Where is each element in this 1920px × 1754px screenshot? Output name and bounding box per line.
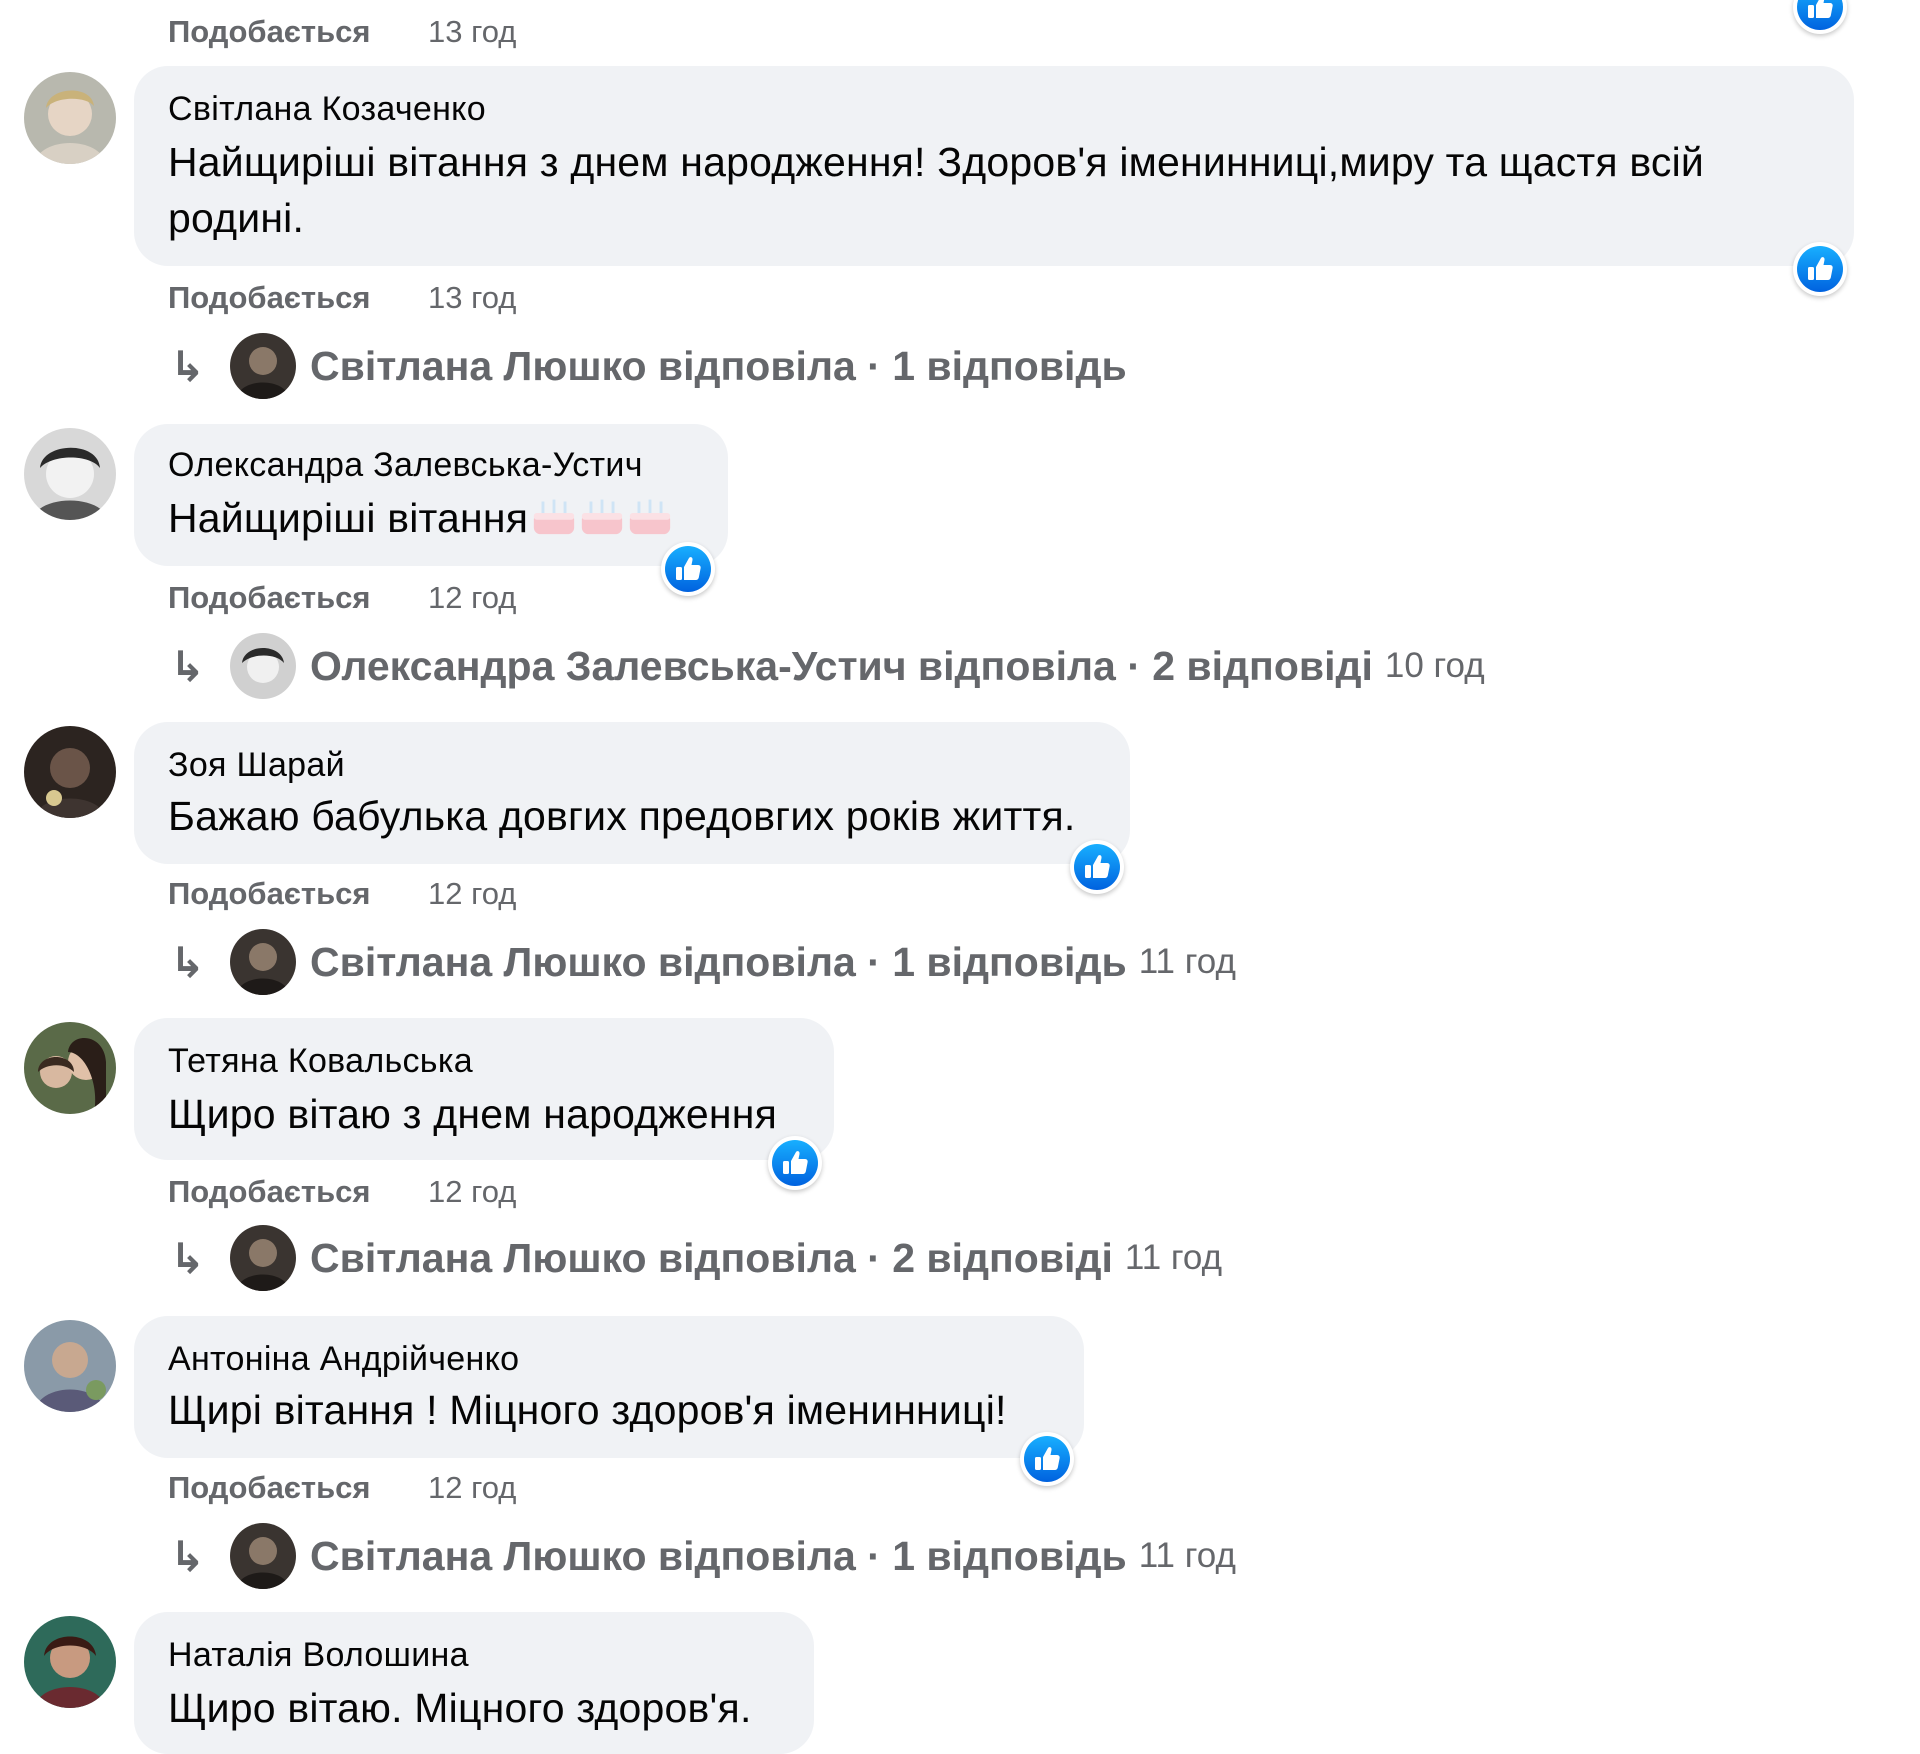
comment-text: Щиро вітаю з днем народження [168,1091,778,1137]
avatar[interactable] [24,1320,116,1412]
reply-time[interactable]: 11 год [1139,1536,1236,1576]
reply-summary[interactable]: Олександра Залевська-Устич відповіла · 2… [310,643,1373,690]
comment-time[interactable]: 12 год [428,580,516,616]
reply-avatar [230,333,296,399]
comment-time[interactable]: 13 год [428,14,516,50]
reply-summary[interactable]: Світлана Люшко відповіла · 2 відповіді [310,1235,1113,1282]
like-action[interactable]: Подобається [168,580,371,616]
replies-link[interactable]: ↳ Світлана Люшко відповіла · 1 відповідь… [170,926,1236,998]
comment-time[interactable]: 13 год [428,280,516,316]
avatar[interactable] [24,72,116,164]
reply-arrow-icon: ↳ [170,1532,206,1580]
comment-text: Найщиріші вітання з днем народження! Здо… [168,139,1705,185]
reply-arrow-icon: ↳ [170,1234,206,1282]
like-thumb-icon [772,1140,818,1186]
reply-arrow-icon: ↳ [170,642,206,690]
like-thumb-icon [1074,844,1120,890]
reaction-badge[interactable] [1070,840,1124,894]
reaction-badge[interactable] [661,542,715,596]
comment-text-content: Найщиріші вітання [168,495,529,541]
like-action[interactable]: Подобається [168,280,371,316]
replies-link[interactable]: ↳ Світлана Люшко відповіла · 2 відповіді… [170,1222,1222,1294]
reply-arrow-icon: ↳ [170,938,206,986]
like-action[interactable]: Подобається [168,1470,371,1506]
like-thumb-icon [1024,1436,1070,1482]
like-thumb-icon [1797,246,1843,292]
reaction-badge[interactable] [1793,0,1847,34]
reply-time[interactable]: 11 год [1125,1238,1222,1278]
comment-author[interactable]: Світлана Козаченко [168,90,486,129]
comment-text: Бажаю бабулька довгих предовгих років жи… [168,793,1076,839]
reply-time[interactable]: 11 год [1139,942,1236,982]
reply-avatar [230,633,296,699]
comment-author[interactable]: Наталія Волошина [168,1636,469,1675]
replies-link[interactable]: ↳ Світлана Люшко відповіла · 1 відповідь [170,330,1127,402]
comment-text: Найщиріші вітання [168,490,674,552]
birthday-cake-emoji [530,490,674,552]
comment-text: Щиро вітаю. Міцного здоров'я. [168,1685,752,1731]
reply-summary[interactable]: Світлана Люшко відповіла · 1 відповідь [310,939,1127,986]
comment-author[interactable]: Олександра Залевська-Устич [168,446,643,485]
reply-avatar [230,1523,296,1589]
comment-author[interactable]: Зоя Шарай [168,746,345,785]
reply-avatar [230,929,296,995]
like-action[interactable]: Подобається [168,876,371,912]
replies-link[interactable]: ↳ Олександра Залевська-Устич відповіла ·… [170,630,1485,702]
avatar[interactable] [24,428,116,520]
reply-summary[interactable]: Світлана Люшко відповіла · 1 відповідь [310,1533,1127,1580]
comment-time[interactable]: 12 год [428,1470,516,1506]
reply-time[interactable]: 10 год [1385,646,1485,686]
comment-author[interactable]: Тетяна Ковальська [168,1042,473,1081]
reply-arrow-icon: ↳ [170,342,206,390]
replies-link[interactable]: ↳ Світлана Люшко відповіла · 1 відповідь… [170,1520,1236,1592]
like-action[interactable]: Подобається [168,14,371,50]
comment-time[interactable]: 12 год [428,876,516,912]
reaction-badge[interactable] [1793,242,1847,296]
reaction-badge[interactable] [1020,1432,1074,1486]
like-thumb-icon [665,546,711,592]
like-action[interactable]: Подобається [168,1174,371,1210]
reply-avatar [230,1225,296,1291]
reaction-badge[interactable] [768,1136,822,1190]
comment-author[interactable]: Антоніна Андрійченко [168,1340,519,1379]
comment-time[interactable]: 12 год [428,1174,516,1210]
like-thumb-icon [1797,0,1843,30]
avatar[interactable] [24,1616,116,1708]
reply-summary[interactable]: Світлана Люшко відповіла · 1 відповідь [310,343,1127,390]
comment-text: Щирі вітання ! Міцного здоров'я іменинни… [168,1387,1007,1433]
comment-text: родині. [168,195,305,241]
avatar[interactable] [24,726,116,818]
avatar[interactable] [24,1022,116,1114]
